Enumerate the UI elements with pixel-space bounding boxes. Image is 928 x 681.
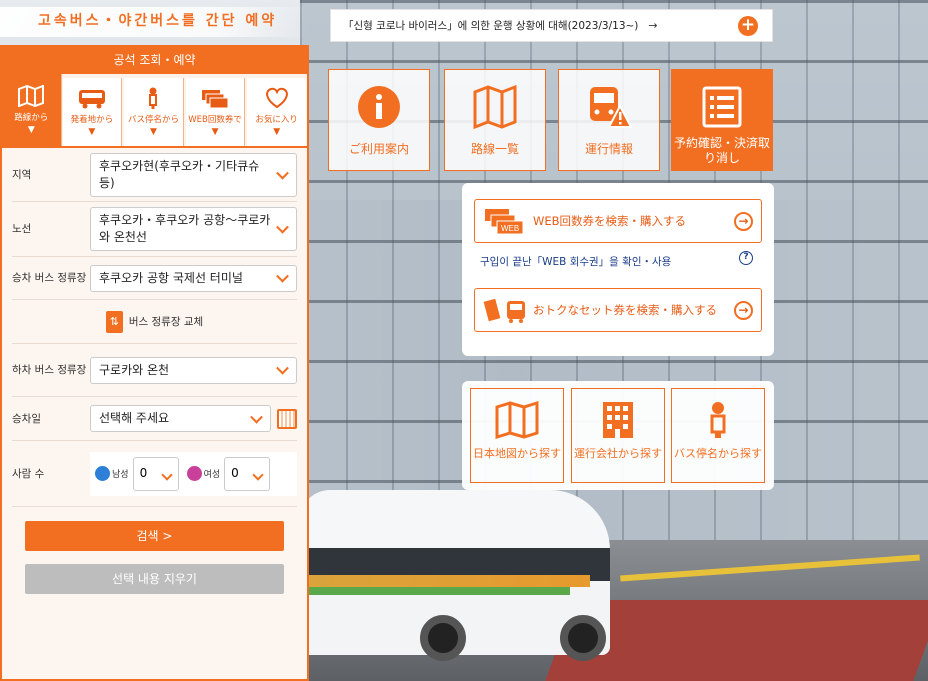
usage-guide-tile[interactable]: ご利用案内: [328, 69, 430, 171]
arrow-right-icon: →: [648, 19, 658, 32]
map-icon: [18, 85, 45, 107]
male-label: 남성: [112, 470, 129, 480]
purchased-coupon-link[interactable]: 구입이 끝난「WEB 회수권」을 확인・사용: [480, 254, 671, 269]
tab-label: 路線から: [14, 113, 49, 123]
tab-bus-stop[interactable]: バス停名から ▼: [124, 78, 184, 146]
tab-label: お気に入り: [255, 115, 298, 125]
search-tabs: 路線から ▼ 発着地から ▼ バス停名から ▼ WEB回数券で ▼ お気に入り …: [2, 74, 307, 148]
chevron-down-icon: ▼: [211, 127, 219, 137]
swap-stops-button[interactable]: ⇅ 버스 정류장 교체: [12, 300, 297, 344]
female-label: 여성: [203, 470, 221, 480]
document-list-icon: [702, 86, 742, 128]
boarding-stop-select[interactable]: 후쿠오카 공항 국제선 터미널: [90, 264, 297, 292]
bus-warning-icon: [590, 87, 632, 128]
female-count-select[interactable]: 0: [224, 456, 271, 491]
search-by-operator-tile[interactable]: 運行会社から探す: [571, 388, 665, 483]
chevron-down-icon: ▼: [150, 127, 157, 137]
svg-text:WEB: WEB: [501, 224, 519, 233]
tab-origin-destination[interactable]: 発着地から ▼: [62, 78, 123, 146]
site-logo[interactable]: 고속버스・야간버스를 간단 예약: [0, 7, 306, 37]
chevron-down-icon: ▼: [27, 125, 35, 135]
route-list-tile[interactable]: 路線一覧: [444, 69, 546, 171]
arrow-circle-icon: →: [734, 211, 753, 231]
button-label: WEB回数券を検索・購入する: [533, 214, 687, 228]
male-count-select[interactable]: 0: [132, 456, 179, 491]
tab-favorites[interactable]: お気に入り ▼: [247, 78, 306, 146]
search-options-box: 日本地図から探す 運行会社から探す バス停名から探す: [462, 381, 774, 490]
people-count-group: 남성 0 여성 0: [90, 451, 297, 496]
set-ticket-button[interactable]: おトクなセット券を検索・購入する →: [474, 288, 762, 332]
swap-label: 버스 정류장 교체: [128, 316, 204, 328]
tab-web-coupon[interactable]: WEB回数券で ▼: [185, 78, 246, 146]
tile-label: 路線一覧: [470, 142, 519, 156]
clear-selection-button[interactable]: 선택 내용 지우기: [25, 564, 284, 594]
bus-icon: [78, 90, 105, 109]
search-by-map-tile[interactable]: 日本地図から探す: [470, 388, 564, 483]
calendar-icon[interactable]: [277, 408, 297, 429]
alighting-stop-label: 하차 버스 정류장: [12, 364, 87, 376]
web-ticket-icon: WEB: [485, 209, 524, 235]
search-button[interactable]: 검색 >: [25, 521, 284, 551]
panel-title: 공석 조회・예약: [2, 47, 307, 74]
tile-label: 予約確認・決済取り消し: [673, 136, 770, 165]
chevron-down-icon: ▼: [273, 127, 281, 137]
tab-label: 発着地から: [70, 115, 114, 125]
route-label: 노선: [12, 223, 32, 235]
button-label: おトクなセット券を検索・購入する: [533, 303, 717, 317]
info-icon: [358, 86, 400, 128]
route-select[interactable]: 후쿠오카・후쿠오카 공항～쿠로카와 온천선: [90, 207, 297, 251]
seat-search-panel: 공석 조회・예약 路線から ▼ 発着地から ▼ バス停名から ▼ WEB回数券で…: [0, 45, 309, 681]
notice-text: 「신형 코로나 바이러스」에 의한 운행 상황에 대해(2023/3/13~): [343, 20, 639, 32]
set-ticket-icon: [483, 298, 525, 323]
search-by-bus-stop-tile[interactable]: バス停名から探す: [671, 388, 765, 483]
people-label: 사람 수: [12, 467, 45, 480]
tab-route[interactable]: 路線から ▼: [2, 74, 62, 146]
arrow-circle-icon: →: [734, 300, 753, 320]
tile-label: ご利用案内: [348, 142, 409, 156]
bus-stop-icon: [149, 87, 158, 109]
date-label: 승차일: [12, 412, 41, 425]
building-icon: [603, 402, 633, 438]
search-web-coupon-button[interactable]: WEB WEB回数券を検索・購入する →: [474, 199, 762, 243]
ticket-icon: [202, 90, 229, 109]
help-icon[interactable]: ?: [739, 251, 753, 265]
tab-label: バス停名から: [127, 115, 179, 125]
search-form: 지역 후쿠오카현(후쿠오카・기타큐슈 등) 노선 후쿠오카・후쿠오카 공항～쿠로…: [2, 148, 307, 679]
swap-icon: ⇅: [105, 310, 123, 333]
tile-label: 日本地図から探す: [473, 447, 561, 460]
operation-info-tile[interactable]: 運行情報: [558, 69, 660, 171]
male-user-icon: [95, 466, 110, 481]
chevron-down-icon: ▼: [88, 127, 96, 137]
female-user-icon: [186, 466, 202, 481]
tile-label: 運行情報: [584, 142, 633, 156]
region-label: 지역: [12, 168, 32, 181]
tile-label: バス停名から探す: [674, 447, 762, 460]
web-coupon-box: WEB WEB回数券を検索・購入する → 구입이 끝난「WEB 회수권」을 확인…: [462, 183, 774, 356]
date-select[interactable]: 선택해 주세요: [90, 405, 271, 432]
boarding-stop-label: 승차 버스 정류장: [12, 272, 87, 284]
covid-notice-link[interactable]: 「신형 코로나 바이러스」에 의한 운행 상황에 대해(2023/3/13~) …: [330, 9, 773, 42]
region-select[interactable]: 후쿠오카현(후쿠오카・기타큐슈 등): [90, 152, 297, 197]
heart-icon: [265, 87, 288, 109]
map-icon: [495, 401, 539, 439]
tab-label: WEB回数券で: [188, 115, 242, 125]
bus-stop-icon: [710, 402, 726, 438]
reservation-check-tile[interactable]: 予約確認・決済取り消し: [671, 69, 773, 171]
alighting-stop-select[interactable]: 구로카와 온천: [90, 356, 297, 384]
tile-label: 運行会社から探す: [574, 447, 662, 460]
plus-icon[interactable]: +: [738, 16, 758, 36]
map-icon: [473, 84, 517, 130]
